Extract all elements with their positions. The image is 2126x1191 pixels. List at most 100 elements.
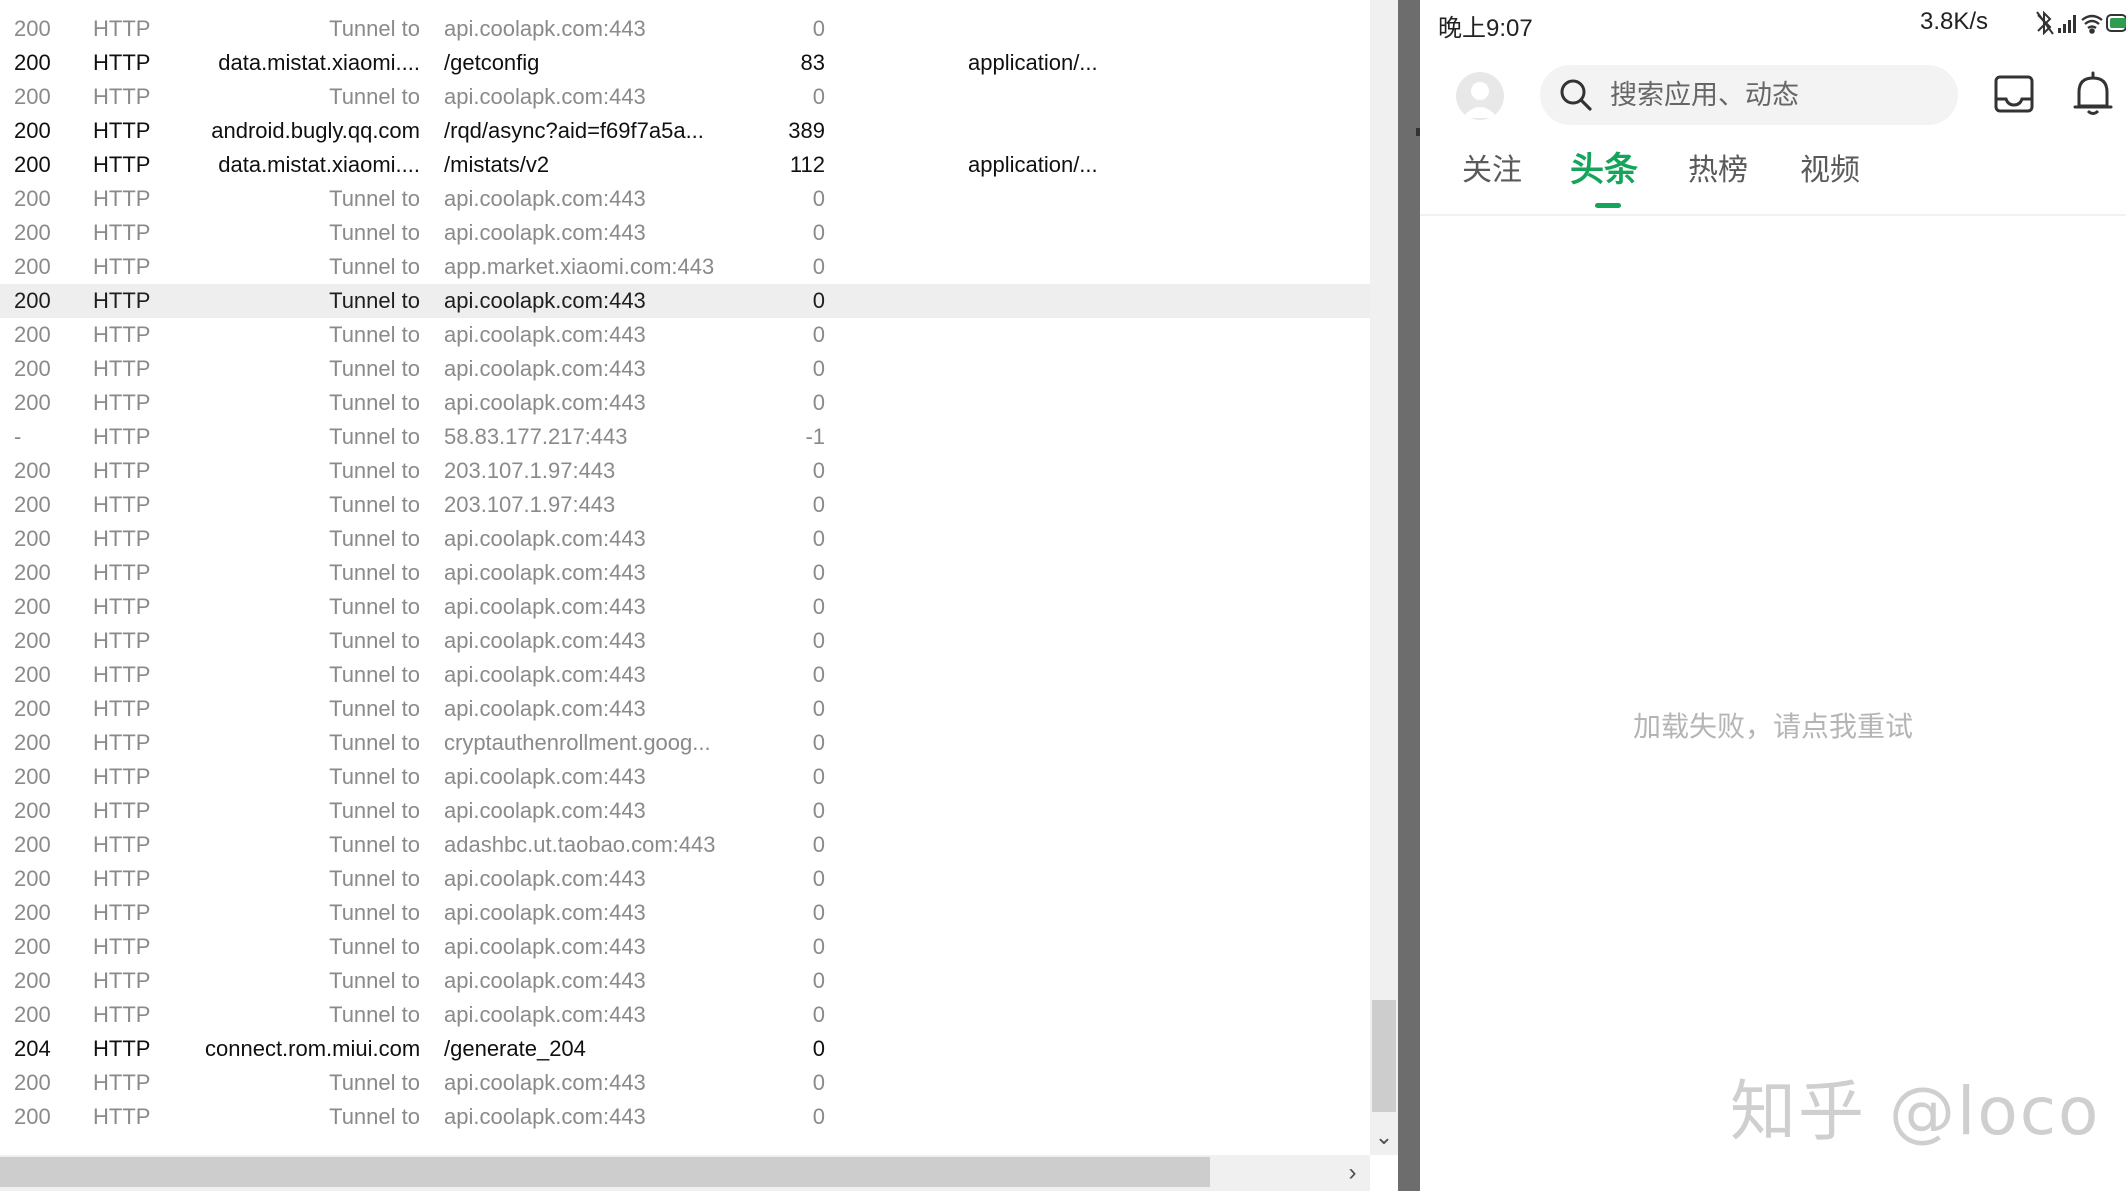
session-row[interactable]: 200 HTTP Tunnel to api.coolapk.com:443 0 — [0, 386, 1370, 420]
tab-hot-list[interactable]: 热榜 — [1688, 145, 1748, 189]
body-size-cell: 0 — [812, 696, 825, 721]
host-cell: Tunnel to — [329, 900, 420, 925]
result-cell: 200 — [14, 934, 51, 959]
tab-video[interactable]: 视频 — [1800, 145, 1860, 189]
load-error-retry[interactable]: 加载失败，请点我重试 — [1420, 705, 2126, 745]
url-cell: api.coolapk.com:443 — [444, 526, 646, 551]
session-row[interactable]: 200 HTTP Tunnel to api.coolapk.com:443 0 — [0, 182, 1370, 216]
url-cell: api.coolapk.com:443 — [444, 696, 646, 721]
session-row[interactable]: 200 HTTP data.mistat.xiaomi.... /getconfig 8… — [0, 46, 1370, 80]
session-row[interactable]: 200 HTTP Tunnel to 203.107.1.97:443 0 — [0, 454, 1370, 488]
session-row[interactable]: 200 HTTP Tunnel to api.coolapk.com:443 0 — [0, 352, 1370, 386]
protocol-cell: HTTP — [93, 84, 151, 109]
url-cell: app.market.xiaomi.com:443 — [444, 254, 715, 279]
session-row[interactable]: - HTTP Tunnel to 58.83.177.217:443 -1 — [0, 420, 1370, 454]
protocol-cell: HTTP — [93, 288, 151, 313]
session-row[interactable]: 200 HTTP Tunnel to api.coolapk.com:443 0 — [0, 930, 1370, 964]
session-row[interactable]: 200 HTTP data.mistat.xiaomi.... /mistats/v2… — [0, 148, 1370, 182]
feed-tabs: 关注 头条 热榜 视频 — [1420, 145, 2126, 215]
search-input[interactable] — [1610, 65, 1940, 125]
host-cell: Tunnel to — [329, 1070, 420, 1095]
vertical-scrollbar[interactable] — [1370, 0, 1398, 1155]
body-size-cell: 0 — [812, 254, 825, 279]
host-cell: Tunnel to — [329, 696, 420, 721]
session-row[interactable]: 200 HTTP Tunnel to api.coolapk.com:443 0 — [0, 760, 1370, 794]
session-row[interactable]: 200 HTTP Tunnel to cryptauthenrollment.goog… — [0, 726, 1370, 760]
horizontal-scrollbar-thumb[interactable] — [0, 1157, 1210, 1187]
result-cell: 200 — [14, 84, 51, 109]
body-size-cell: 112 — [789, 152, 825, 177]
session-row[interactable]: 200 HTTP Tunnel to api.coolapk.com:443 0 — [0, 998, 1370, 1032]
session-row[interactable]: 200 HTTP Tunnel to adashbc.ut.taobao.com:44… — [0, 828, 1370, 862]
protocol-cell: HTTP — [93, 1070, 151, 1095]
protocol-cell: HTTP — [93, 492, 151, 517]
result-cell: 200 — [14, 152, 51, 177]
wifi-icon — [2081, 14, 2103, 34]
host-cell: Tunnel to — [329, 492, 420, 517]
result-cell: 200 — [14, 492, 51, 517]
search-bar[interactable] — [1540, 65, 1958, 125]
search-icon[interactable] — [1558, 77, 1594, 113]
host-cell: data.mistat.xiaomi.... — [218, 50, 420, 75]
session-row[interactable]: 200 HTTP Tunnel to api.coolapk.com:443 0 — [0, 284, 1370, 318]
session-row[interactable]: 200 HTTP Tunnel to api.coolapk.com:443 0 — [0, 794, 1370, 828]
body-size-cell: 0 — [812, 560, 825, 585]
result-cell: 200 — [14, 186, 51, 211]
session-row[interactable]: 200 HTTP Tunnel to api.coolapk.com:443 0 — [0, 80, 1370, 114]
session-row[interactable]: 200 HTTP Tunnel to api.coolapk.com:443 0 — [0, 624, 1370, 658]
session-row[interactable]: 200 HTTP Tunnel to api.coolapk.com:443 0 — [0, 1066, 1370, 1100]
session-row[interactable]: 200 HTTP Tunnel to api.coolapk.com:443 0 — [0, 522, 1370, 556]
tab-follow[interactable]: 关注 — [1462, 145, 1522, 189]
url-cell: api.coolapk.com:443 — [444, 16, 646, 41]
session-row[interactable]: 200 HTTP Tunnel to api.coolapk.com:443 0 — [0, 896, 1370, 930]
body-size-cell: 0 — [812, 1036, 825, 1061]
session-row[interactable]: 200 HTTP Tunnel to 203.107.1.97:443 0 — [0, 488, 1370, 522]
vertical-scrollbar-thumb[interactable] — [1372, 1000, 1396, 1112]
scroll-down-arrow-icon[interactable]: ⌄ — [1370, 1122, 1398, 1152]
session-row[interactable]: 200 HTTP Tunnel to api.coolapk.com:443 0 — [0, 658, 1370, 692]
session-row[interactable]: 200 HTTP Tunnel to api.coolapk.com:443 0 — [0, 964, 1370, 998]
body-size-cell: 0 — [812, 220, 825, 245]
session-row[interactable]: 200 HTTP Tunnel to api.coolapk.com:443 0 — [0, 12, 1370, 46]
tab-headlines[interactable]: 头条 — [1570, 142, 1638, 191]
status-clock: 晚上9:07 — [1438, 15, 1533, 42]
protocol-cell: HTTP — [93, 1002, 151, 1027]
url-cell: adashbc.ut.taobao.com:443 — [444, 832, 716, 857]
body-size-cell: 0 — [812, 16, 825, 41]
url-cell: api.coolapk.com:443 — [444, 934, 646, 959]
protocol-cell: HTTP — [93, 866, 151, 891]
body-size-cell: 0 — [812, 866, 825, 891]
url-cell: api.coolapk.com:443 — [444, 288, 646, 313]
body-size-cell: 0 — [812, 1070, 825, 1095]
avatar[interactable] — [1456, 72, 1504, 120]
session-row[interactable]: 200 HTTP Tunnel to api.coolapk.com:443 0 — [0, 692, 1370, 726]
session-row[interactable]: 200 HTTP Tunnel to api.coolapk.com:443 0 — [0, 318, 1370, 352]
host-cell: Tunnel to — [329, 220, 420, 245]
protocol-cell: HTTP — [93, 424, 151, 449]
result-cell: 204 — [14, 1036, 51, 1061]
session-row[interactable]: 200 HTTP Tunnel to api.coolapk.com:443 0 — [0, 862, 1370, 896]
session-row[interactable]: 200 HTTP Tunnel to api.coolapk.com:443 0 — [0, 590, 1370, 624]
body-size-cell: 83 — [800, 50, 825, 75]
protocol-cell: HTTP — [93, 390, 151, 415]
host-cell: data.mistat.xiaomi.... — [218, 152, 420, 177]
body-size-cell: 0 — [812, 934, 825, 959]
session-row[interactable]: 200 HTTP Tunnel to api.coolapk.com:443 0 — [0, 556, 1370, 590]
session-row[interactable]: 200 HTTP Tunnel to api.coolapk.com:443 0 — [0, 216, 1370, 250]
result-cell: 200 — [14, 118, 51, 143]
status-bar: 晚上9:07 3.8K/s — [1420, 0, 2126, 48]
status-net-speed: 3.8K/s — [1920, 8, 1989, 35]
session-row[interactable]: 204 HTTP connect.rom.miui.com/generate_204… — [0, 1032, 1370, 1066]
host-cell: Tunnel to — [329, 356, 420, 381]
scroll-right-arrow-icon[interactable]: › — [1335, 1155, 1370, 1191]
session-row[interactable]: 200 HTTP Tunnel to api.coolapk.com:443 0 — [0, 1100, 1370, 1134]
result-cell: 200 — [14, 696, 51, 721]
body-size-cell: 0 — [812, 186, 825, 211]
pane-divider[interactable] — [1398, 0, 1420, 1191]
bell-icon[interactable] — [2072, 70, 2114, 118]
url-cell: /getconfig — [444, 50, 540, 75]
inbox-icon[interactable] — [1992, 72, 2036, 116]
url-cell: api.coolapk.com:443 — [444, 390, 646, 415]
session-row[interactable]: 200 HTTP Tunnel to app.market.xiaomi.com:44… — [0, 250, 1370, 284]
session-row[interactable]: 200 HTTP android.bugly.qq.com/rqd/async?ai… — [0, 114, 1370, 148]
